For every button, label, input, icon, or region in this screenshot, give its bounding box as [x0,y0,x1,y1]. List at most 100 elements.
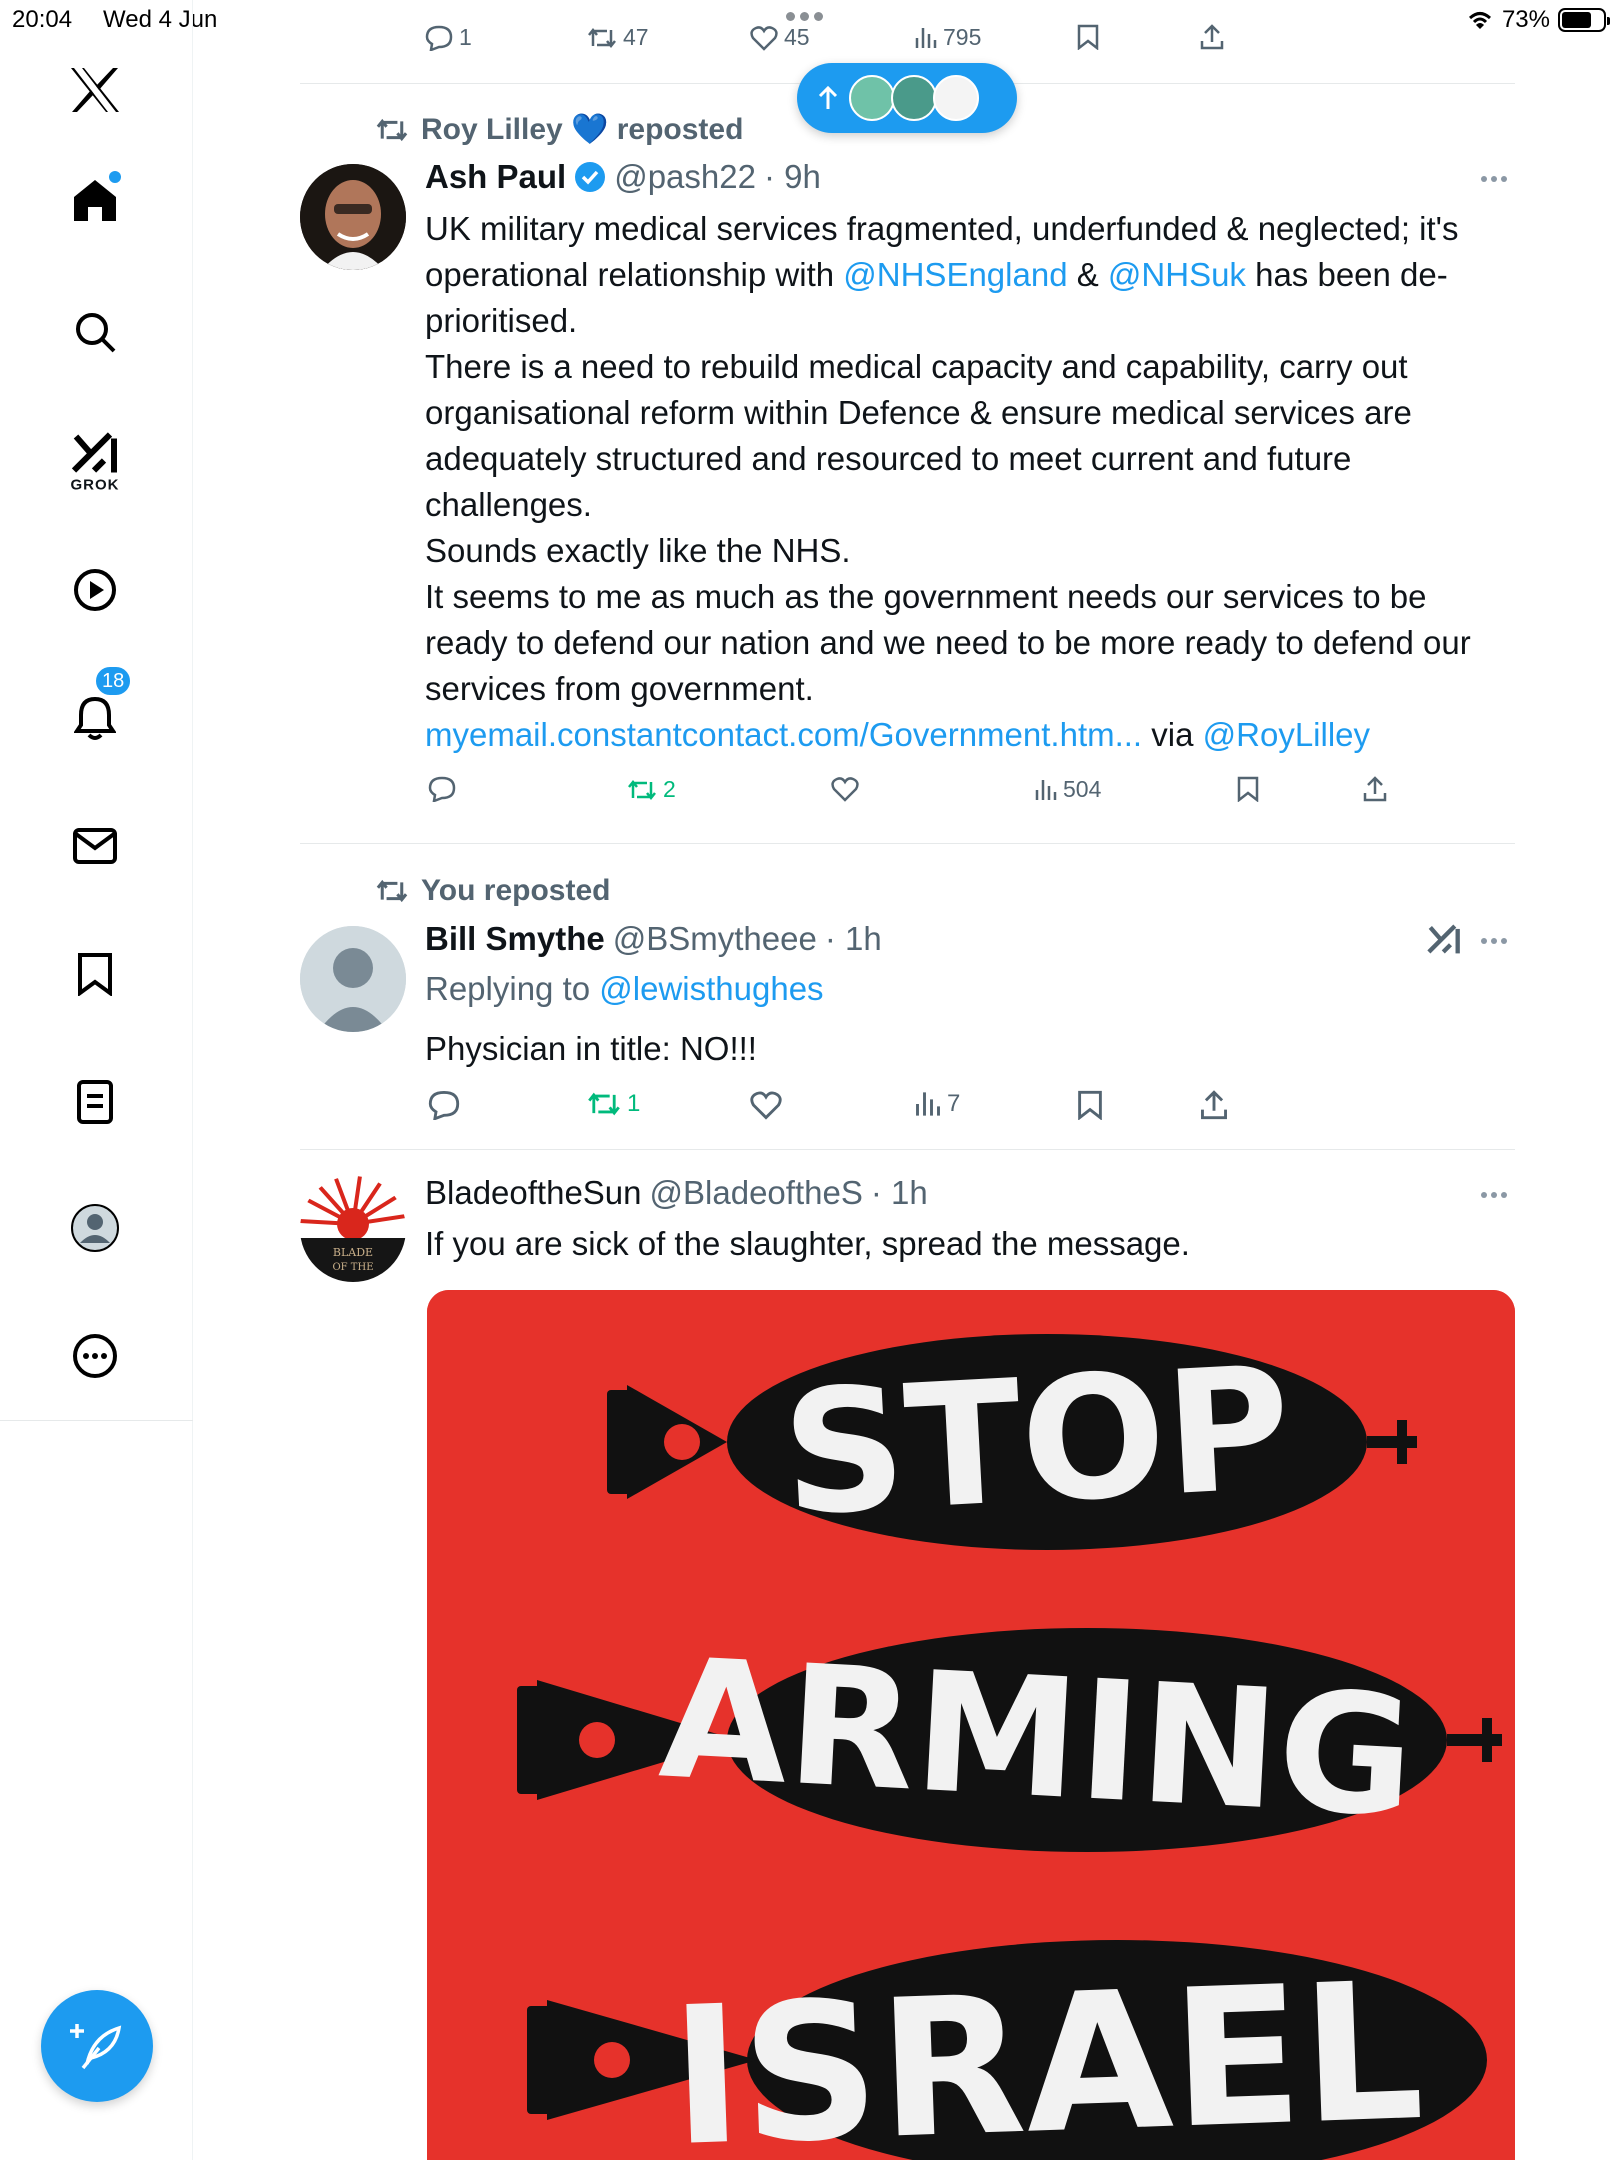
tweet-line: ready to defend our nation and we need t… [425,624,1471,661]
share-button[interactable] [1362,776,1388,802]
share-button[interactable] [1199,1090,1229,1120]
pill-avatar [933,75,979,121]
avatar-image: BLADE OF THE [300,1176,406,1282]
reply-button[interactable] [428,776,456,802]
repost-icon [588,27,616,48]
sidebar-item-videos[interactable] [73,568,117,612]
views-icon [915,27,937,48]
x-logo-icon[interactable] [69,66,121,114]
more-options-icon[interactable] [1481,1192,1507,1198]
like-button[interactable]: 45 [750,24,810,51]
bookmark-button[interactable] [1077,1090,1103,1120]
tweet-header: Bill Smythe @BSmytheee · 1h [425,920,882,958]
default-avatar-icon [300,926,406,1032]
bookmark-icon [1237,776,1259,802]
status-right: 73% [1466,6,1610,34]
repost-by-label[interactable]: Roy Lilley 💙 reposted [421,112,743,147]
repost-count: 2 [663,776,676,802]
avatar[interactable] [300,926,406,1032]
sidebar-item-profile[interactable] [70,1203,120,1253]
sidebar: GROK 18 [0,0,193,2160]
text-segment: & [1067,256,1108,293]
mention-link[interactable]: @lewisthughes [599,970,823,1007]
share-button[interactable] [1199,24,1225,50]
sidebar-item-lists[interactable] [77,1080,113,1124]
bell-icon [74,696,116,740]
reply-button[interactable] [428,1090,460,1120]
top-tweet-actions: 1 47 45 795 [425,24,1245,58]
bookmark-button[interactable] [1077,24,1099,50]
compose-button[interactable] [41,1990,153,2102]
list-icon [77,1080,113,1124]
tweet-divider [300,843,1515,844]
repost-icon [588,1092,620,1116]
display-name[interactable]: BladeoftheSun [425,1174,642,1212]
battery-icon [1558,8,1610,32]
mention-link[interactable]: @NHSEngland [843,256,1067,293]
tweet-line: services from government. [425,670,814,707]
repost-icon [628,779,656,800]
repost-button[interactable]: 1 [587,1090,640,1118]
grok-icon[interactable] [1426,921,1462,957]
arrow-up-icon [818,85,838,109]
search-icon [76,313,116,353]
bookmark-button[interactable] [1237,776,1259,802]
tweet-line: There is a need to rebuild medical capac… [425,348,1408,385]
text-segment: operational relationship with [425,256,844,293]
display-name[interactable]: Bill Smythe [425,920,605,958]
heart-icon [831,777,859,802]
handle[interactable]: @pash22 [614,158,756,196]
tweet-media-image[interactable]: STOP ARMING ISRAEL [427,1290,1515,2160]
new-posts-pill[interactable] [797,63,1017,133]
views-count: 504 [1063,776,1102,802]
reply-button[interactable]: 1 [425,24,472,51]
timestamp[interactable]: · 1h [871,1174,928,1212]
text-segment: via [1142,716,1203,753]
sidebar-item-grok[interactable]: GROK [70,431,120,494]
timestamp[interactable]: · 1h [825,920,882,958]
grok-label: GROK [70,476,120,494]
handle[interactable]: @BSmytheee [613,920,817,958]
share-icon [1363,776,1387,802]
sidebar-item-search[interactable] [74,311,116,353]
repost-count: 47 [623,24,649,50]
heart-icon [750,25,778,51]
sidebar-item-notifications[interactable]: 18 [74,665,133,741]
more-options-icon[interactable] [1481,938,1507,944]
repost-by-label[interactable]: You reposted [421,874,610,908]
tweet-line: It seems to me as much as the government… [425,578,1427,615]
tweet-line: Sounds exactly like the NHS. [425,532,851,569]
sidebar-item-home[interactable] [72,171,121,223]
views-icon [916,1092,940,1116]
repost-button[interactable]: 47 [587,24,649,51]
views-button[interactable]: 504 [1035,776,1101,803]
reply-icon [425,25,453,51]
play-icon [74,569,116,611]
display-name[interactable]: Ash Paul [425,158,566,196]
mention-link[interactable]: @NHSuk [1108,256,1246,293]
reply-icon [428,1090,460,1120]
views-button[interactable]: 795 [915,24,981,51]
replying-to: Replying to @lewisthughes [425,970,824,1008]
bookmark-icon [78,953,112,996]
mail-icon [73,828,117,864]
grok-icon [71,432,117,473]
handle[interactable]: @BladeoftheS [650,1174,863,1212]
more-options-icon[interactable] [1481,176,1507,182]
url-link[interactable]: myemail.constantcontact.com/Government.h… [425,716,1142,753]
repost-button[interactable]: 2 [627,776,676,803]
sidebar-item-bookmarks[interactable] [77,952,113,996]
sidebar-item-messages[interactable] [73,828,117,864]
share-icon [1200,24,1224,50]
tweet-text: UK military medical services fragmented,… [425,206,1520,758]
views-button[interactable]: 7 [915,1090,960,1118]
like-button[interactable] [750,1090,782,1120]
avatar[interactable] [300,164,406,270]
repost-count: 1 [627,1090,641,1117]
tweet-actions: 1 7 [425,1090,1245,1126]
sidebar-item-more[interactable] [72,1333,118,1379]
avatar[interactable]: BLADE OF THE [300,1176,406,1282]
timestamp[interactable]: · 9h [764,158,821,196]
mention-link[interactable]: @RoyLilley [1203,716,1370,753]
like-button[interactable] [831,776,859,802]
